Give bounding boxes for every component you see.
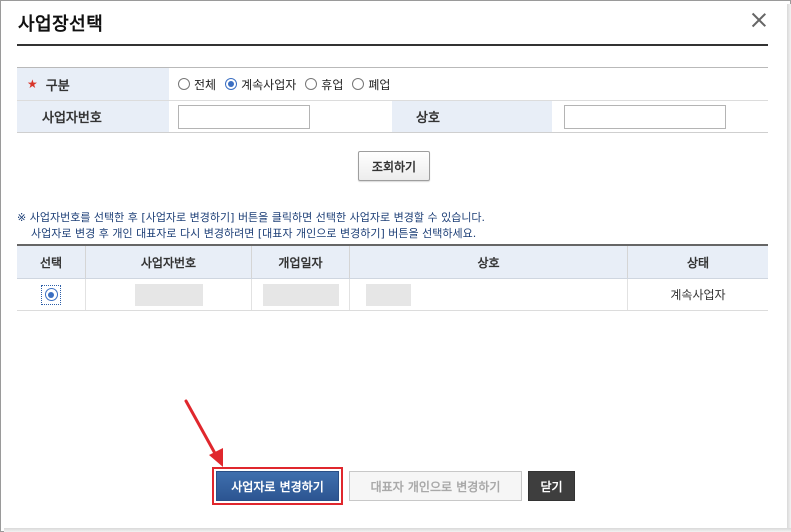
- title-divider: [17, 44, 768, 46]
- radio-closed[interactable]: 폐업: [352, 76, 390, 93]
- row-status: 계속사업자: [670, 288, 726, 302]
- red-arrow-annotation: [184, 399, 223, 467]
- dialog-window: 사업장선택 ★ 구분 전체 계속사업자 휴업 폐업 사업자번호 상호 조회하기 …: [0, 0, 791, 532]
- change-to-business-button[interactable]: 사업자로 변경하기: [212, 467, 343, 505]
- close-button[interactable]: 닫기: [528, 471, 575, 501]
- search-form: ★ 구분 전체 계속사업자 휴업 폐업 사업자번호 상호: [17, 67, 768, 133]
- business-table: 선택 사업자번호 개업일자 상호 상태 계속사업자: [17, 244, 768, 311]
- change-to-representative-button[interactable]: 대표자 개인으로 변경하기: [349, 471, 522, 501]
- dialog-title: 사업장선택: [18, 14, 104, 35]
- radio-suspended-dot[interactable]: [305, 78, 318, 90]
- table-row[interactable]: 계속사업자: [17, 279, 768, 311]
- bizno-row: 사업자번호 상호: [17, 100, 768, 132]
- col-open-date: 개업일자: [252, 246, 350, 278]
- redaction-block: [134, 283, 203, 306]
- close-icon[interactable]: [750, 11, 768, 29]
- type-row: ★ 구분 전체 계속사업자 휴업 폐업: [17, 68, 768, 100]
- bizno-cell: [169, 101, 392, 132]
- col-name: 상호: [350, 246, 628, 278]
- row-select-cell: [17, 279, 86, 310]
- name-label: 상호: [392, 101, 552, 132]
- col-select: 선택: [17, 246, 86, 278]
- col-status: 상태: [686, 255, 710, 270]
- name-cell: [552, 101, 768, 132]
- bizno-label: 사업자번호: [17, 101, 169, 132]
- type-radio-group: 전체 계속사업자 휴업 폐업: [169, 68, 768, 100]
- row-open-date-redacted: [262, 279, 339, 310]
- radio-closed-label: 폐업: [368, 77, 391, 92]
- row-bizno-cell: [86, 279, 252, 310]
- required-star-icon: ★: [27, 77, 38, 91]
- row-select-radio[interactable]: [41, 284, 61, 305]
- change-to-business-label: 사업자로 변경하기: [216, 471, 339, 501]
- redaction-block: [366, 283, 411, 306]
- col-bizno: 사업자번호: [86, 246, 252, 278]
- radio-all-label: 전체: [194, 77, 217, 92]
- radio-suspended[interactable]: 휴업: [305, 76, 343, 93]
- radio-active-label: 계속사업자: [241, 77, 297, 92]
- name-input[interactable]: [564, 104, 726, 129]
- search-button[interactable]: 조회하기: [358, 151, 430, 181]
- notice-line-2: 사업자로 변경 후 개인 대표자로 다시 변경하려면 [대표자 개인으로 변경하…: [31, 227, 477, 240]
- radio-suspended-label: 휴업: [321, 77, 344, 92]
- row-name-cell: [350, 279, 628, 310]
- notice-line-1: ※ 사업자번호를 선택한 후 [사업자로 변경하기] 버튼을 클릭하면 선택한 …: [17, 211, 486, 224]
- bizno-input[interactable]: [178, 104, 310, 129]
- notice-text: ※ 사업자번호를 선택한 후 [사업자로 변경하기] 버튼을 클릭하면 선택한 …: [17, 210, 485, 242]
- table-header: 선택 사업자번호 개업일자 상호 상태: [17, 246, 768, 279]
- radio-closed-dot[interactable]: [352, 78, 365, 90]
- row-bizno-redacted: [134, 279, 203, 310]
- type-label: 구분: [45, 78, 70, 94]
- radio-all[interactable]: 전체: [178, 76, 216, 93]
- redaction-block: [262, 283, 339, 306]
- row-open-date-cell: [252, 279, 350, 310]
- radio-active-dot[interactable]: [225, 78, 238, 90]
- row-name-redacted: [366, 279, 411, 310]
- row-select-dot[interactable]: [44, 288, 58, 301]
- radio-all-dot[interactable]: [178, 78, 190, 90]
- radio-active[interactable]: 계속사업자: [225, 76, 296, 93]
- window-shadow-right: [787, 4, 791, 532]
- type-label-cell: ★ 구분: [17, 68, 169, 100]
- window-shadow-bottom: [4, 528, 791, 532]
